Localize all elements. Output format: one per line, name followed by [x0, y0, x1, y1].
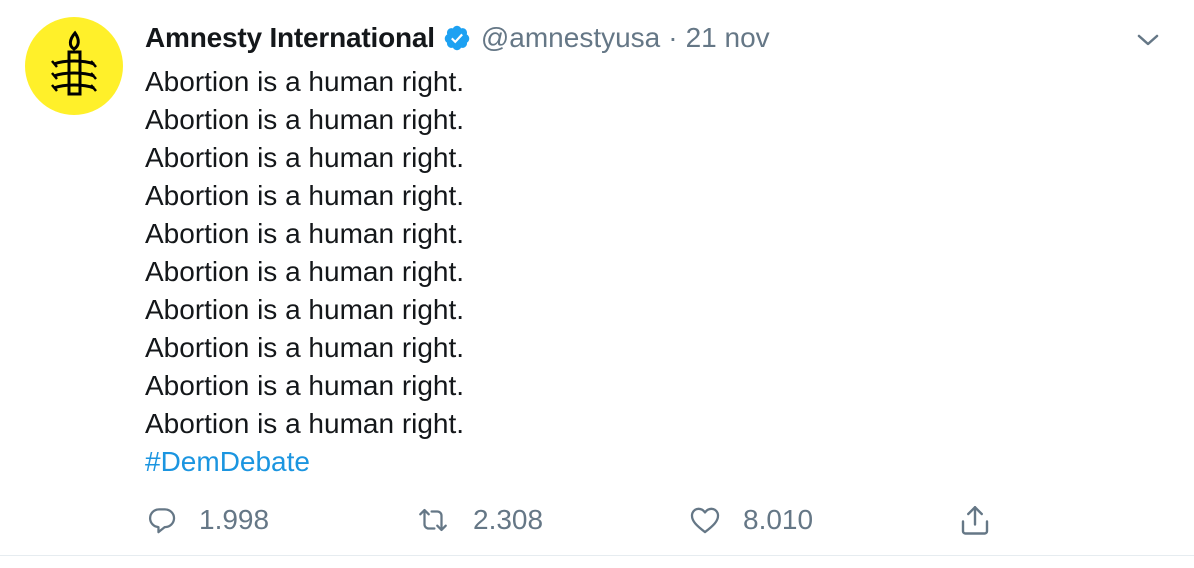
tweet-date[interactable]: 21 nov — [686, 22, 770, 54]
retweet-icon — [413, 503, 453, 537]
amnesty-candle-logo — [51, 30, 97, 96]
tweet-line: Abortion is a human right. — [145, 294, 465, 325]
reply-icon — [145, 503, 179, 537]
tweet-text: Abortion is a human right. Abortion is a… — [145, 63, 464, 481]
chevron-down-icon[interactable] — [1134, 28, 1162, 52]
heart-icon — [687, 503, 723, 537]
reply-count: 1.998 — [199, 504, 270, 535]
retweet-button[interactable]: 2.308 — [413, 500, 543, 540]
tweet-line: Abortion is a human right. — [145, 142, 465, 173]
hashtag-link[interactable]: #DemDebate — [145, 443, 464, 481]
tweet-line: Abortion is a human right. — [145, 104, 465, 135]
like-button[interactable]: 8.010 — [687, 500, 813, 540]
author-handle[interactable]: @amnestyusa — [481, 22, 660, 54]
tweet-line: Abortion is a human right. — [145, 408, 465, 439]
like-count: 8.010 — [743, 504, 814, 535]
tweet-card[interactable]: Amnesty International @amnestyusa · 21 n… — [0, 0, 1194, 556]
tweet-line: Abortion is a human right. — [145, 332, 465, 363]
avatar[interactable] — [25, 17, 123, 115]
reply-button[interactable]: 1.998 — [145, 500, 269, 540]
share-icon — [957, 502, 993, 538]
tweet-line: Abortion is a human right. — [145, 256, 465, 287]
action-bar: 1.998 2.308 8.010 — [145, 500, 1045, 540]
tweet-header: Amnesty International @amnestyusa · 21 n… — [145, 18, 770, 58]
tweet-line: Abortion is a human right. — [145, 218, 465, 249]
author-name[interactable]: Amnesty International — [145, 22, 435, 54]
retweet-count: 2.308 — [473, 504, 544, 535]
verified-badge-icon — [443, 24, 471, 52]
tweet-line: Abortion is a human right. — [145, 370, 465, 401]
tweet-line: Abortion is a human right. — [145, 66, 465, 97]
tweet-line: Abortion is a human right. — [145, 180, 465, 211]
share-button[interactable] — [957, 500, 993, 540]
separator-dot: · — [668, 22, 678, 53]
